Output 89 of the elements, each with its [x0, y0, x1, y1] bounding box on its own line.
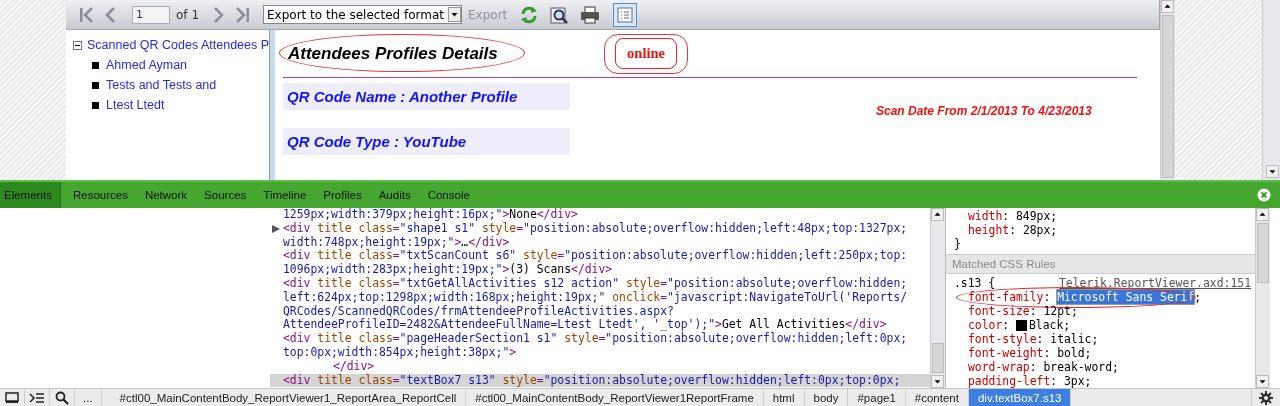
settings-icon[interactable] [1259, 390, 1273, 405]
css-property[interactable]: word-wrap: break-word; [946, 360, 1119, 374]
css-property[interactable]: font-size: 12pt; [946, 304, 1078, 318]
search-icon[interactable] [55, 390, 69, 405]
section-header: Matched CSS Rules [946, 254, 1255, 274]
console-icon[interactable] [29, 391, 45, 404]
devtools-tab[interactable]: Sources [196, 182, 255, 208]
close-icon[interactable] [1257, 188, 1271, 202]
markup-line: <div title class="txtGetAllActivities s12 action" style="position:absolute;overflow:hidden; [283, 277, 909, 291]
stylesheet-link[interactable]: Telerik.ReportViewer.axd:151 [1058, 276, 1251, 290]
markup-line: 1096px;width:283px;height:19px;">(3) Scans</div> [283, 263, 614, 277]
markup-line: <div title class="pageHeaderSection1 s1" style="position:absolute;overflow:hidden;left:0px; [283, 332, 909, 346]
bullet-icon [92, 61, 99, 69]
printer-icon[interactable] [579, 4, 602, 25]
markup-line: QRCodes/ScannedQRCodes/frmAttendeeProfileActivities.aspx? [283, 304, 674, 318]
markup-line: <div title class="txtScanCount s6" style="position:absolute;overflow:hidden;left:250px;top: [283, 249, 909, 263]
scrollbar[interactable] [1160, 0, 1175, 180]
rule-end-brace: } [953, 237, 962, 251]
devtools-tab[interactable]: Timeline [255, 182, 315, 208]
export-format-dropdown[interactable]: Export to the selected format [263, 5, 462, 24]
devtools-tab[interactable]: Console [419, 182, 478, 208]
report-field: QR Code Name : Another Profile [283, 83, 570, 110]
more-button[interactable]: ... [75, 389, 102, 406]
css-property[interactable]: height: 28px; [946, 223, 1058, 237]
devtools-tab[interactable]: Profiles [315, 182, 370, 208]
page-count: of 1 [176, 7, 199, 22]
breadcrumb[interactable]: #ctl00_MainContentBody_ReportViewer1_ReportArea_ReportCell [110, 389, 467, 406]
document-map-toggle[interactable] [613, 2, 638, 27]
next-page-icon[interactable] [213, 5, 225, 24]
dock-icon[interactable] [5, 391, 19, 404]
print-preview-icon[interactable] [549, 4, 570, 25]
list-icon [617, 6, 634, 23]
scroll-down-icon[interactable] [931, 375, 944, 388]
css-selector: .s13 { [954, 276, 996, 290]
css-property[interactable]: padding-left: 3px; [946, 374, 1092, 388]
markup-line: width:748px;height:19px;">…</div> [283, 235, 510, 250]
document-map-link[interactable]: Ahmed Ayman [106, 58, 188, 72]
scroll-down-icon[interactable] [1256, 375, 1269, 388]
previous-page-icon[interactable] [104, 5, 116, 24]
css-property[interactable]: width: 849px; [946, 209, 1058, 223]
breadcrumb[interactable]: body [804, 389, 849, 406]
breadcrumb[interactable]: div.textBox7.s13 [968, 389, 1072, 406]
scrollbar[interactable] [1255, 208, 1270, 388]
dom-node[interactable]: <div title class="shape1 s1" style="position:absolute;overflow:hidden;left:48px;top:1327px; width:748px;height:19px;">…</div> [270, 221, 930, 250]
expand-triangle-icon[interactable] [272, 224, 280, 233]
report-field: QR Code Type : YouTube [283, 128, 570, 155]
last-page-icon[interactable] [235, 5, 251, 24]
css-property[interactable]: font-style: italic; [946, 332, 1099, 346]
scroll-down-icon[interactable] [1266, 165, 1279, 178]
markup-line: top:0px;width:854px;height:38px;"> [283, 345, 517, 360]
first-page-icon[interactable] [78, 5, 94, 24]
dom-node[interactable]: 1259px;width:379px;height:16px;">None</div> [270, 208, 930, 222]
scan-date-range: Scan Date From 2/1/2013 To 4/23/2013 [876, 104, 1092, 120]
scrollbar-thumb[interactable] [932, 343, 944, 373]
css-property[interactable]: color: Black; [946, 318, 1071, 332]
scrollbar-thumb[interactable] [1257, 223, 1269, 283]
report-title: Attendees Profiles Details [287, 43, 498, 64]
scroll-up-icon[interactable] [931, 208, 944, 221]
breadcrumb[interactable]: #page1 [848, 389, 906, 406]
bullet-icon [92, 81, 99, 89]
scrollbar-thumb[interactable] [1162, 15, 1174, 178]
document-map-link[interactable]: Ltest Ltedt [106, 98, 165, 112]
devtools-tab[interactable]: Elements [0, 182, 61, 208]
css-property[interactable]: font-weight: bold; [946, 346, 1092, 360]
markup-line: <div title class="shape1 s1" style="position:absolute;overflow:hidden;left:48px;top:1327px; [283, 221, 909, 236]
markup-line: left:624px;top:1298px;width:168px;height:19px;" onclick="javascript:NavigateToUrl('Reports/ [283, 290, 909, 305]
markup-line: AttendeeProfileID=2482&AttendeeFullName=Ltest Ltedt', '_top');">Get All Activities</div> [283, 318, 888, 332]
devtools-tab[interactable]: Resources [64, 182, 136, 208]
dom-node[interactable]: <div title class="pageHeaderSection1 s1" style="position:absolute;overflow:hidden;left:0px; top:0px;width:854px;height:38px;"> [270, 332, 930, 360]
markup-line: 1259px;width:379px;height:16px;">None</div> [283, 208, 579, 222]
page-number-field[interactable]: 1 [132, 5, 170, 24]
breadcrumb[interactable]: #content [905, 389, 969, 406]
bullet-icon [92, 101, 99, 109]
breadcrumb[interactable]: html [763, 389, 805, 406]
dom-node[interactable]: </div> [320, 359, 930, 374]
document-map-link[interactable]: Scanned QR Codes Attendees P [87, 38, 270, 52]
dom-node[interactable]: <div title class="txtScanCount s6" style="position:absolute;overflow:hidden;left:250px;top: 1096px;width:283px;height:19px;">(3) Scans</div> [270, 249, 930, 277]
scroll-up-icon[interactable] [1161, 0, 1174, 13]
status-badge: online [615, 38, 677, 69]
dropdown-caret-icon [448, 7, 461, 22]
devtools-tab[interactable]: Network [136, 182, 196, 208]
scrollbar[interactable] [1262, 0, 1280, 180]
markup-line: </div> [333, 359, 375, 374]
devtools-tab[interactable]: Audits [370, 182, 419, 208]
collapse-icon[interactable] [73, 40, 82, 50]
scroll-up-icon[interactable] [1256, 208, 1269, 221]
scrollbar[interactable] [930, 208, 945, 388]
document-map-link[interactable]: Tests and Tests and [106, 78, 217, 92]
breadcrumb[interactable]: #ctl00_MainContentBody_ReportViewer1ReportFrame [466, 389, 764, 406]
